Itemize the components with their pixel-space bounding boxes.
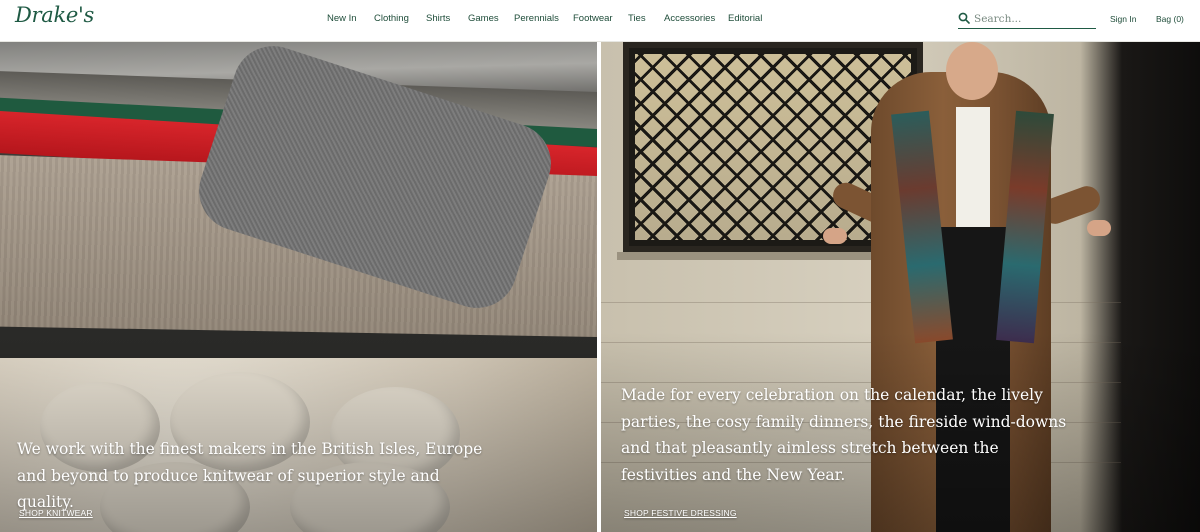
- search-input[interactable]: [974, 10, 1094, 27]
- search-icon[interactable]: [958, 12, 970, 24]
- festive-description: Made for every celebration on the calend…: [621, 386, 1067, 484]
- knitwear-promo-panel[interactable]: We work with the finest makers in the Br…: [0, 42, 597, 532]
- site-header: Drake's New In Clothing Shirts Games Per…: [0, 0, 1200, 42]
- nav-new-in[interactable]: New In: [327, 13, 357, 24]
- nav-ties[interactable]: Ties: [628, 13, 646, 24]
- shop-knitwear-link[interactable]: SHOP KNITWEAR: [19, 508, 93, 518]
- shop-festive-dressing-link[interactable]: SHOP FESTIVE DRESSING: [624, 508, 737, 518]
- nav-perennials[interactable]: Perennials: [514, 13, 559, 24]
- nav-games[interactable]: Games: [468, 13, 499, 24]
- nav-clothing[interactable]: Clothing: [374, 13, 409, 24]
- search-bar: [958, 10, 1096, 29]
- festive-promo-panel[interactable]: Made for every celebration on the calend…: [601, 42, 1200, 532]
- bag-link[interactable]: Bag (0): [1156, 14, 1184, 24]
- knitwear-description: We work with the finest makers in the Br…: [17, 440, 483, 511]
- nav-accessories[interactable]: Accessories: [664, 13, 715, 24]
- sign-in-link[interactable]: Sign In: [1110, 14, 1136, 24]
- nav-editorial[interactable]: Editorial: [728, 13, 762, 24]
- nav-shirts[interactable]: Shirts: [426, 13, 450, 24]
- nav-footwear[interactable]: Footwear: [573, 13, 613, 24]
